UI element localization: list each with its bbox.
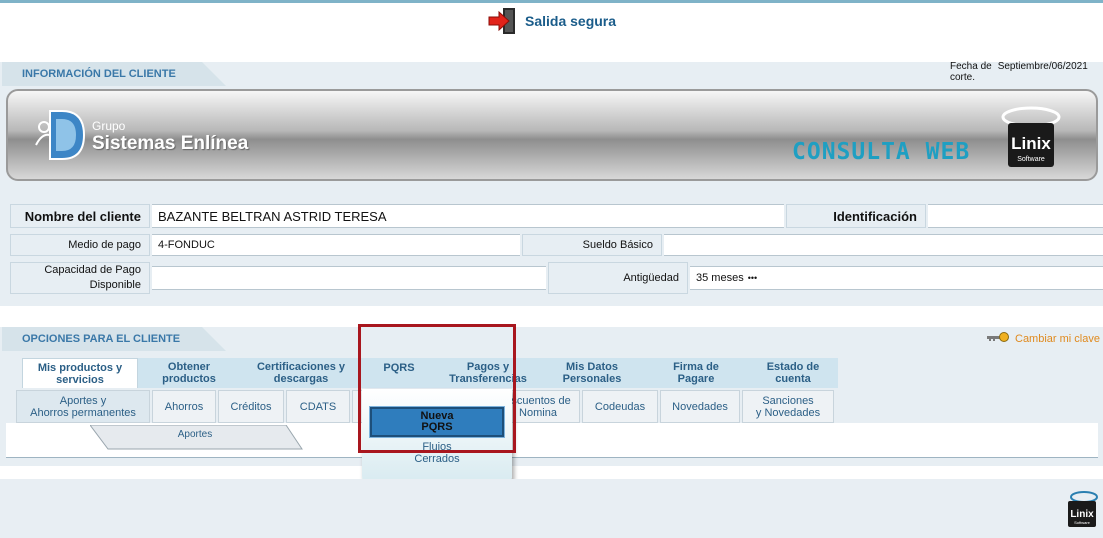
medio-pago-label: Medio de pago — [10, 234, 150, 256]
tab-label: Certificaciones y — [256, 361, 346, 373]
subtab-sanciones[interactable]: Sanciones y Novedades — [742, 390, 834, 423]
tab-aportes-label: Aportes — [177, 429, 213, 440]
antiguedad-label: Antigüedad — [548, 262, 688, 294]
subtab-novedades[interactable]: Novedades — [660, 390, 740, 423]
sueldo-basico-value — [664, 234, 1103, 256]
tab-label: Estado de — [766, 361, 820, 373]
subtab-label: Ahorros permanentes — [30, 406, 136, 419]
options-section-title: OPCIONES PARA EL CLIENTE — [2, 327, 226, 351]
exit-door-icon — [487, 6, 519, 36]
subtab-codeudas[interactable]: Codeudas — [582, 390, 658, 423]
highlight-box — [358, 324, 516, 453]
subtab-label: Sanciones — [762, 394, 814, 407]
tab-label: productos — [162, 373, 216, 385]
capacidad-pago-label-2: Disponible — [89, 279, 141, 291]
change-password-label: Cambiar mi clave — [1015, 332, 1100, 345]
identification-label: Identificación — [786, 204, 926, 228]
sistemas-enlinea-logo-icon — [32, 105, 96, 165]
tab-label: servicios — [56, 373, 104, 386]
exit-link[interactable]: Salida segura — [487, 6, 616, 36]
capacidad-pago-label-1: Capacidad de Pago — [44, 264, 141, 276]
linix-small-logo-icon: Linix Software — [1064, 489, 1100, 529]
tab-mis-datos[interactable]: Mis Datos Personales — [540, 358, 644, 388]
tab-mis-productos[interactable]: Mis productos y servicios — [22, 358, 138, 388]
flujos-label: Cerrados — [414, 453, 460, 465]
tab-label: Personales — [562, 373, 622, 385]
change-password-link[interactable]: Cambiar mi clave — [986, 331, 1100, 346]
subtab-label: Nomina — [519, 406, 557, 419]
subtab-ahorros[interactable]: Ahorros — [152, 390, 216, 423]
medio-pago-value: 4-FONDUC — [152, 234, 520, 256]
fecha-label: Fecha de — [950, 61, 992, 72]
top-border — [0, 0, 1103, 3]
linix-sub-text: Software — [1017, 156, 1045, 163]
subtab-label: Créditos — [230, 400, 272, 413]
banner-sistemas: Sistemas Enlínea — [92, 133, 249, 154]
antiguedad-text: 35 meses — [696, 272, 744, 284]
tab-label: Mis productos y — [37, 361, 123, 374]
subtab-label: y Novedades — [755, 406, 821, 419]
exit-label: Salida segura — [525, 13, 617, 29]
client-name-value: BAZANTE BELTRAN ASTRID TERESA — [152, 204, 784, 228]
banner-consulta-web: CONSULTA WEB — [792, 139, 971, 165]
linix-small-text: Linix — [1070, 509, 1094, 520]
fecha-corte: Fecha de Septiembre/06/2021 corte. — [950, 61, 1088, 83]
sueldo-basico-label: Sueldo Básico — [522, 234, 662, 256]
banner-grupo: Grupo — [92, 119, 126, 133]
tab-certificaciones[interactable]: Certificaciones y descargas — [240, 358, 362, 388]
subtab-label: CDATS — [299, 400, 337, 413]
tab-obtener-productos[interactable]: Obtener productos — [138, 358, 240, 388]
linix-small-sub: Software — [1074, 520, 1091, 525]
fecha-value: Septiembre/06/2021 — [997, 61, 1088, 72]
more-dots-icon[interactable]: ••• — [748, 273, 757, 283]
tab-label: descargas — [273, 373, 329, 385]
subtab-aportes-ahorros[interactable]: Aportes y Ahorros permanentes — [16, 390, 150, 423]
tab-label: Obtener — [167, 361, 211, 373]
client-name-text: BAZANTE BELTRAN ASTRID TERESA — [158, 208, 387, 224]
linix-text: Linix — [1011, 134, 1051, 153]
tab-label: Pagare — [677, 373, 715, 385]
tab-aportes[interactable]: Aportes — [90, 425, 303, 450]
linix-logo-icon: Linix Software — [996, 103, 1066, 175]
footer-panel — [0, 479, 1103, 538]
antiguedad-value: 35 meses ••• — [690, 266, 1103, 290]
subtab-cdats[interactable]: CDATS — [286, 390, 350, 423]
subtab-label: Aportes y — [59, 394, 107, 407]
subtab-label: Codeudas — [594, 400, 646, 413]
subtab-label: Novedades — [672, 400, 728, 413]
capacidad-pago-label: Capacidad de Pago Disponible — [10, 262, 150, 294]
tab-firma-pagare[interactable]: Firma de Pagare — [644, 358, 748, 388]
client-section-title: INFORMACIÓN DEL CLIENTE — [2, 62, 226, 86]
fecha-label-cont: corte. — [950, 72, 976, 83]
subtab-creditos[interactable]: Créditos — [218, 390, 284, 423]
tab-label: Mis Datos — [566, 361, 618, 373]
client-name-label: Nombre del cliente — [10, 204, 150, 228]
subtab-label: Ahorros — [164, 400, 204, 413]
tab-label: cuenta — [775, 373, 811, 385]
identification-value — [928, 204, 1103, 228]
key-icon — [986, 331, 1010, 346]
banner: Grupo Sistemas Enlínea CONSULTA WEB Lini… — [6, 89, 1098, 181]
tab-label: Firma de — [673, 361, 719, 373]
capacidad-pago-value — [152, 266, 546, 290]
tab-estado-cuenta[interactable]: Estado de cuenta — [748, 358, 838, 388]
